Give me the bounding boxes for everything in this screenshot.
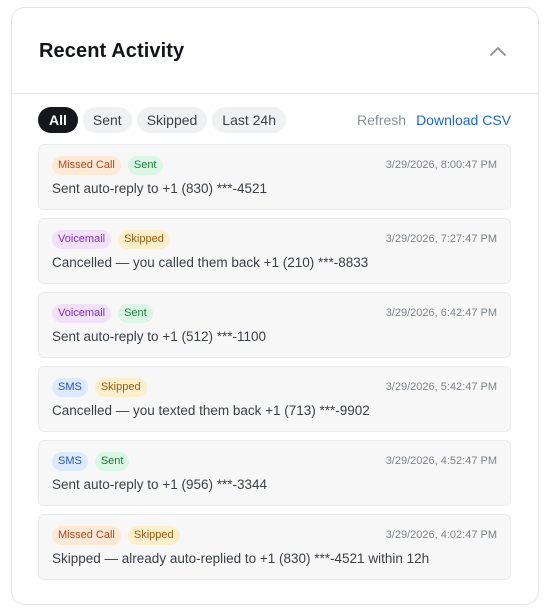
type-badge: Voicemail [52,303,112,323]
timestamp: 3/29/2026, 7:27:47 PM [385,233,497,245]
timestamp: 3/29/2026, 6:42:47 PM [385,307,497,319]
status-badge: Skipped [94,377,147,397]
activity-description: Sent auto-reply to +1 (956) ***-3344 [52,477,268,492]
activity-item: SMS Sent 3/29/2026, 4:52:47 PM Sent auto… [38,440,511,506]
filter-last-24h[interactable]: Last 24h [212,106,287,133]
activity-item: Voicemail Skipped 3/29/2026, 7:27:47 PM … [38,218,511,284]
status-badge: Skipped [118,229,170,249]
timestamp: 3/29/2026, 4:02:47 PM [385,529,497,541]
activity-item: SMS Skipped 3/29/2026, 5:42:47 PM Cancel… [38,366,511,432]
card-title: Recent Activity [39,39,185,62]
activity-item: Missed Call Skipped 3/29/2026, 4:02:47 P… [38,514,511,580]
activity-item: Voicemail Sent 3/29/2026, 6:42:47 PM Sen… [38,292,511,358]
chevron-up-icon [490,46,506,56]
type-badge: Missed Call [52,525,121,545]
filter-sent[interactable]: Sent [82,106,132,133]
toolbar: All Sent Skipped Last 24h Refresh Downlo… [12,106,538,133]
activity-item: Missed Call Sent 3/29/2026, 8:00:47 PM S… [38,144,511,210]
activity-description: Sent auto-reply to +1 (830) ***-4521 [52,181,268,196]
activity-list: Missed Call Sent 3/29/2026, 8:00:47 PM S… [12,133,538,580]
timestamp: 3/29/2026, 8:00:47 PM [385,159,497,171]
type-badge: SMS [52,451,88,471]
type-badge: Voicemail [52,229,112,249]
toolbar-actions: Refresh Download CSV [357,112,511,128]
timestamp: 3/29/2026, 5:42:47 PM [385,381,497,393]
collapse-button[interactable] [486,39,510,63]
activity-description: Skipped — already auto-replied to +1 (83… [52,551,430,566]
card-header: Recent Activity [12,8,538,94]
activity-description: Cancelled — you called them back +1 (210… [52,255,369,270]
type-badge: Missed Call [52,155,121,175]
status-badge: Sent [94,451,130,471]
activity-description: Sent auto-reply to +1 (512) ***-1100 [52,329,267,344]
status-badge: Skipped [127,525,180,545]
activity-description: Cancelled — you texted them back +1 (713… [52,403,370,418]
status-badge: Sent [127,155,163,175]
timestamp: 3/29/2026, 4:52:47 PM [385,455,497,467]
status-badge: Sent [118,303,153,323]
refresh-link[interactable]: Refresh [357,112,406,128]
download-csv-link[interactable]: Download CSV [416,112,511,128]
filter-all[interactable]: All [38,106,78,133]
type-badge: SMS [52,377,88,397]
filter-chips: All Sent Skipped Last 24h [38,106,287,133]
filter-skipped[interactable]: Skipped [136,106,208,133]
recent-activity-card: Recent Activity All Sent Skipped Last 24… [11,7,539,605]
